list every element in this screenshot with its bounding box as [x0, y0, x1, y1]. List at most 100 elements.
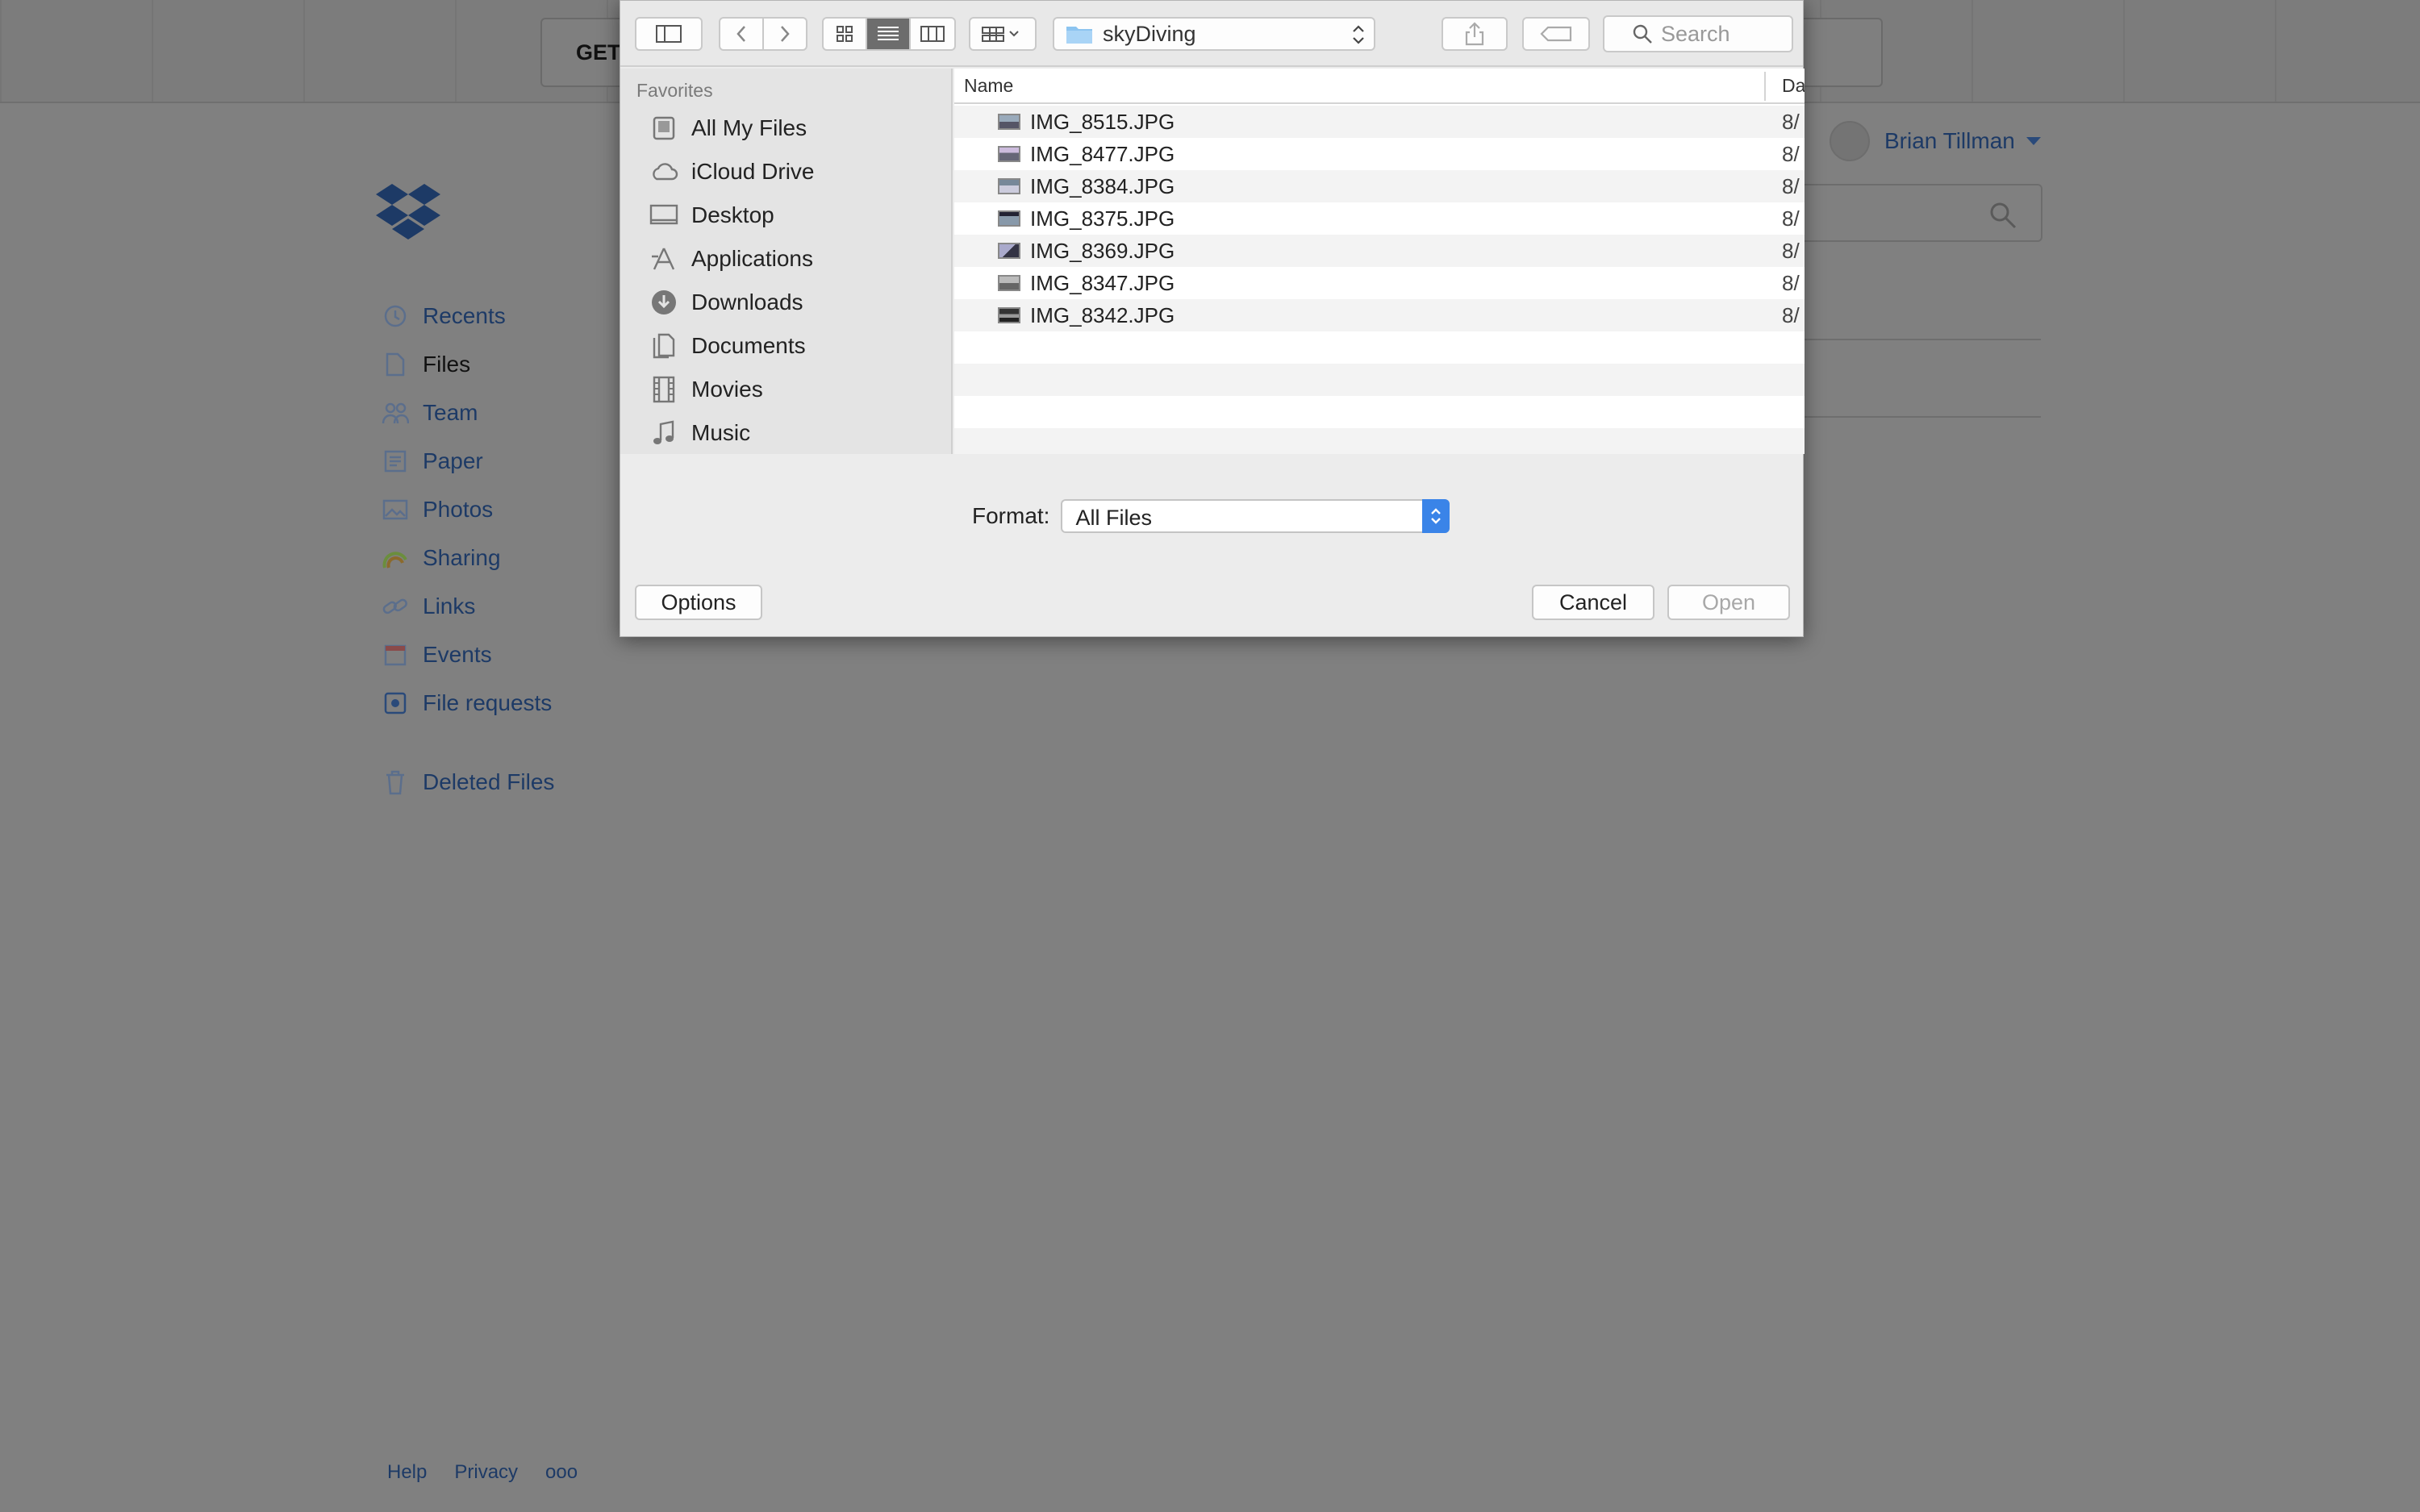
sidebar-toggle-button[interactable] [635, 17, 703, 51]
image-thumbnail-icon [998, 307, 1020, 323]
file-icon [381, 350, 410, 379]
page-search-field[interactable] [1802, 184, 2042, 242]
sidebar-icon [656, 25, 682, 43]
chevron-left-icon [736, 26, 745, 42]
nav-item-photos[interactable]: Photos [381, 492, 493, 527]
nav-item-label: File requests [423, 690, 553, 715]
empty-row [954, 364, 1805, 396]
image-thumbnail-icon [998, 210, 1020, 227]
sidebar-item-all-my-files[interactable]: All My Files [649, 109, 807, 148]
sidebar-item-downloads[interactable]: Downloads [649, 283, 803, 322]
back-button[interactable] [720, 19, 764, 49]
empty-row [954, 396, 1805, 428]
dialog-search-field[interactable] [1603, 15, 1793, 52]
sidebar-item-label: All My Files [691, 115, 807, 140]
file-request-icon [381, 689, 410, 718]
nav-item-events[interactable]: Events [381, 637, 492, 673]
sidebar-item-label: Desktop [691, 202, 774, 227]
file-date: 8/ [1782, 206, 1800, 231]
sidebar-item-applications[interactable]: Applications [649, 240, 813, 278]
file-row[interactable]: IMG_8477.JPG 8/ [954, 138, 1805, 170]
format-row: Format: All Files [972, 499, 1450, 533]
format-value: All Files [1075, 506, 1152, 530]
file-row[interactable]: IMG_8515.JPG 8/ [954, 106, 1805, 138]
file-list-header: Name Da [954, 69, 1805, 104]
file-date: 8/ [1782, 303, 1800, 327]
file-list: Name Da IMG_8515.JPG 8/ IMG_8477.JPG 8/ … [954, 69, 1805, 454]
cloud-icon [649, 157, 678, 186]
icon-view-button[interactable] [824, 19, 867, 49]
file-row[interactable]: IMG_8375.JPG 8/ [954, 202, 1805, 235]
downloads-icon [649, 288, 678, 317]
caret-down-icon [2026, 137, 2041, 145]
location-popup[interactable]: skyDiving [1053, 17, 1375, 51]
nav-item-files[interactable]: Files [381, 347, 470, 382]
file-row[interactable]: IMG_8384.JPG 8/ [954, 170, 1805, 202]
nav-item-label: Team [423, 400, 478, 425]
options-button[interactable]: Options [635, 585, 762, 620]
column-separator[interactable] [1764, 72, 1766, 101]
nav-item-paper[interactable]: Paper [381, 444, 483, 479]
column-header-name[interactable]: Name [964, 75, 1013, 97]
nav-item-recents[interactable]: Recents [381, 298, 506, 334]
applications-icon [649, 244, 678, 273]
sidebar-item-icloud-drive[interactable]: iCloud Drive [649, 152, 815, 191]
privacy-link[interactable]: Privacy [454, 1461, 518, 1484]
calendar-icon [381, 640, 410, 669]
file-name: IMG_8347.JPG [1030, 271, 1175, 295]
open-file-dialog: skyDiving Favorites All My Files iCloud … [620, 0, 1805, 637]
sidebar-item-documents[interactable]: Documents [649, 327, 806, 365]
arrange-button[interactable] [969, 17, 1037, 51]
format-label: Format: [972, 503, 1050, 528]
dropbox-logo-icon[interactable] [376, 184, 440, 242]
divider [1802, 416, 2041, 418]
sharing-icon [381, 544, 410, 573]
nav-item-label: Deleted Files [423, 769, 555, 794]
file-row[interactable]: IMG_8347.JPG 8/ [954, 267, 1805, 299]
file-row[interactable]: IMG_8369.JPG 8/ [954, 235, 1805, 267]
all-files-icon [649, 114, 678, 143]
nav-item-sharing[interactable]: Sharing [381, 540, 501, 576]
icon-view-icon [837, 26, 853, 42]
divider [1802, 339, 2041, 340]
nav-item-label: Photos [423, 497, 494, 522]
sidebar-item-movies[interactable]: Movies [649, 370, 763, 409]
nav-item-links[interactable]: Links [381, 589, 475, 624]
file-name: IMG_8384.JPG [1030, 174, 1175, 198]
nav-item-file-requests[interactable]: File requests [381, 685, 552, 721]
file-date: 8/ [1782, 110, 1800, 134]
sidebar-item-label: Downloads [691, 289, 803, 314]
nav-item-deleted-files[interactable]: Deleted Files [381, 764, 554, 800]
nav-item-team[interactable]: Team [381, 395, 478, 431]
location-label: skyDiving [1103, 21, 1196, 46]
tag-button[interactable] [1522, 17, 1590, 51]
help-link[interactable]: Help [387, 1461, 427, 1484]
file-date: 8/ [1782, 271, 1800, 295]
list-view-button[interactable] [867, 19, 911, 49]
cancel-button[interactable]: Cancel [1532, 585, 1654, 620]
sidebar-item-label: Music [691, 420, 751, 445]
user-name: Brian Tillman [1884, 128, 2015, 153]
file-row[interactable]: IMG_8342.JPG 8/ [954, 299, 1805, 331]
format-select[interactable]: All Files [1061, 499, 1450, 533]
image-thumbnail-icon [998, 275, 1020, 291]
sidebar-item-desktop[interactable]: Desktop [649, 196, 774, 235]
more-link[interactable]: ooo [545, 1461, 578, 1484]
nav-item-label: Sharing [423, 545, 501, 570]
avatar [1830, 121, 1870, 161]
user-menu[interactable]: Brian Tillman [1830, 121, 2041, 161]
view-mode-control [822, 17, 956, 51]
chevron-right-icon [781, 26, 790, 42]
paper-icon [381, 447, 410, 476]
forward-button[interactable] [764, 19, 806, 49]
column-view-button[interactable] [911, 19, 954, 49]
column-header-date[interactable]: Da [1782, 75, 1805, 97]
share-button[interactable] [1442, 17, 1508, 51]
open-button[interactable]: Open [1667, 585, 1790, 620]
search-input[interactable] [1661, 21, 1782, 47]
sidebar-item-music[interactable]: Music [649, 414, 750, 452]
movies-icon [649, 375, 678, 404]
image-thumbnail-icon [998, 146, 1020, 162]
banner-button-label: GET [576, 40, 621, 65]
tag-icon [1540, 26, 1572, 42]
